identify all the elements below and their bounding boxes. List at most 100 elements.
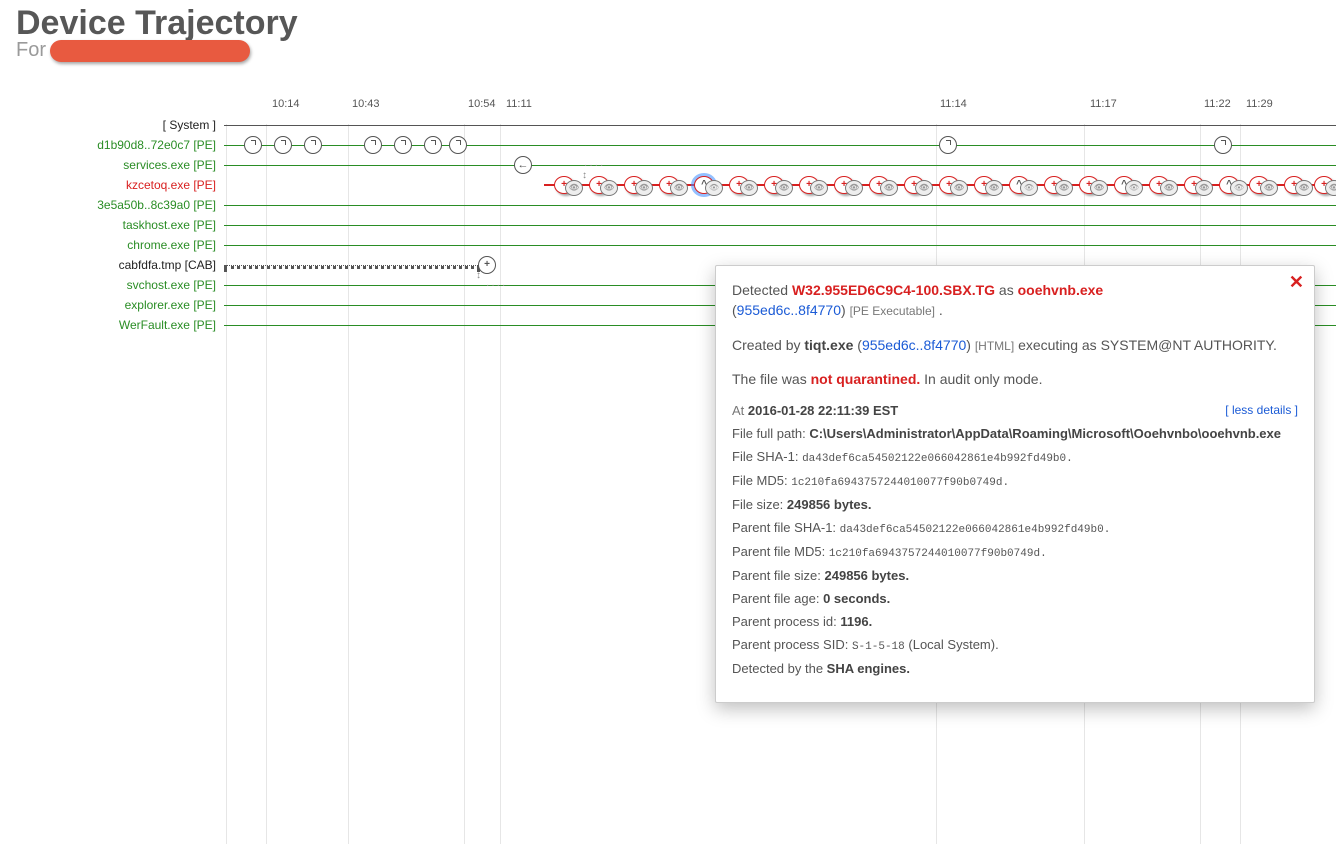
page-title: Device Trajectory <box>16 0 1320 43</box>
created-by-prefix: Created by <box>732 337 804 353</box>
file-sha1-label: File SHA-1: <box>732 449 802 464</box>
event-eye-icon <box>880 180 898 196</box>
event-node-clock-icon[interactable] <box>244 136 262 154</box>
event-node-plus-icon[interactable] <box>659 176 679 194</box>
event-node-clock-icon[interactable] <box>304 136 322 154</box>
hash-close: ) <box>841 302 850 318</box>
timeline-row: services.exe [PE]····↕ <box>16 156 1336 176</box>
event-eye-icon <box>1125 180 1143 196</box>
event-node-plus-icon[interactable] <box>1044 176 1064 194</box>
row-label[interactable]: kzcetoq.exe [PE] <box>16 178 216 192</box>
event-node-plus-icon[interactable] <box>729 176 749 194</box>
row-track <box>224 116 1336 136</box>
row-track <box>224 216 1336 236</box>
event-node-plus-icon[interactable] <box>1314 176 1334 194</box>
close-icon[interactable]: ✕ <box>1289 272 1304 293</box>
event-node-plus-icon[interactable] <box>624 176 644 194</box>
row-label[interactable]: cabfdfa.tmp [CAB] <box>16 258 216 272</box>
event-node-clock-icon[interactable] <box>449 136 467 154</box>
event-node-plus-icon[interactable] <box>974 176 994 194</box>
parent-pid-label: Parent process id: <box>732 614 840 629</box>
event-eye-icon <box>1295 180 1313 196</box>
redacted-device-name <box>50 40 250 62</box>
lane-line <box>224 225 1336 226</box>
event-node-clock-icon[interactable] <box>1214 136 1232 154</box>
detected-filename[interactable]: ooehvnb.exe <box>1018 282 1104 298</box>
event-node-caret-icon[interactable] <box>694 176 714 194</box>
dots-icon: ···· <box>486 280 507 291</box>
event-node-plus-icon[interactable] <box>834 176 854 194</box>
event-eye-icon <box>565 180 583 196</box>
event-eye-icon <box>1230 180 1248 196</box>
event-node-clock-icon[interactable] <box>364 136 382 154</box>
parent-md5-value: 1c210fa6943757244010077f90b0749d. <box>829 548 1047 560</box>
detected-by-label: Detected by the <box>732 661 827 676</box>
time-tick: 10:54 <box>468 98 496 110</box>
event-node-clock-icon[interactable] <box>394 136 412 154</box>
less-details-link[interactable]: [ less details ] <box>1225 403 1298 418</box>
parent-pid-value: 1196. <box>840 614 872 629</box>
created-by-line: Created by tiqt.exe (955ed6c..8f4770) [H… <box>732 335 1298 355</box>
time-axis: 10:1410:4310:5411:1111:1411:1711:2211:29 <box>16 98 1336 116</box>
event-details-panel: ✕ Detected W32.955ED6C9C4-100.SBX.TG as … <box>715 265 1315 703</box>
parent-process-name[interactable]: tiqt.exe <box>804 337 853 353</box>
time-tick: 10:14 <box>272 98 300 110</box>
file-type-chip: [PE Executable] <box>850 304 935 318</box>
page-subtitle: For <box>16 39 1320 62</box>
event-node-plus-icon[interactable] <box>1184 176 1204 194</box>
event-node-plus-icon[interactable] <box>589 176 609 194</box>
event-node-clock-icon[interactable] <box>274 136 292 154</box>
event-eye-icon <box>1090 180 1108 196</box>
row-label[interactable]: services.exe [PE] <box>16 158 216 172</box>
row-track <box>224 136 1336 156</box>
row-label[interactable]: WerFault.exe [PE] <box>16 318 216 332</box>
event-eye-icon <box>635 180 653 196</box>
event-node-plus-icon[interactable] <box>869 176 889 194</box>
lane-line <box>224 265 480 269</box>
period: . <box>939 302 943 318</box>
event-node-caret-icon[interactable] <box>1114 176 1134 194</box>
kv-file-size: File size: 249856 bytes. <box>732 497 1298 512</box>
event-node-caret-icon[interactable] <box>1219 176 1239 194</box>
file-size-value: 249856 bytes. <box>787 497 872 512</box>
event-node-arrow-left-icon[interactable] <box>514 156 532 174</box>
event-node-plus-icon[interactable] <box>939 176 959 194</box>
event-node-clock-icon[interactable] <box>939 136 957 154</box>
event-node-plus-icon[interactable] <box>554 176 574 194</box>
event-node-clock-icon[interactable] <box>424 136 442 154</box>
event-eye-icon <box>600 180 618 196</box>
lane-line <box>224 125 1336 126</box>
event-node-plus-icon[interactable] <box>799 176 819 194</box>
event-node-caret-icon[interactable] <box>1009 176 1029 194</box>
event-eye-icon <box>985 180 1003 196</box>
event-node-plus-icon[interactable] <box>1284 176 1304 194</box>
event-eye-icon <box>1160 180 1178 196</box>
row-label[interactable]: svchost.exe [PE] <box>16 278 216 292</box>
row-label[interactable]: taskhost.exe [PE] <box>16 218 216 232</box>
parent-age-label: Parent file age: <box>732 591 823 606</box>
row-label[interactable]: 3e5a50b..8c39a0 [PE] <box>16 198 216 212</box>
event-node-plus-icon[interactable] <box>904 176 924 194</box>
event-eye-icon <box>915 180 933 196</box>
event-timestamp: 2016-01-28 22:11:39 EST <box>748 403 898 418</box>
row-label[interactable]: chrome.exe [PE] <box>16 238 216 252</box>
parent-md5-label: Parent file MD5: <box>732 544 829 559</box>
time-tick: 11:14 <box>940 98 967 110</box>
for-label: For <box>16 39 46 62</box>
event-eye-icon <box>705 180 723 196</box>
event-node-plus-icon[interactable] <box>1149 176 1169 194</box>
file-size-label: File size: <box>732 497 787 512</box>
event-node-plus-icon[interactable] <box>764 176 784 194</box>
row-label[interactable]: d1b90d8..72e0c7 [PE] <box>16 138 216 152</box>
threat-name[interactable]: W32.955ED6C9C4-100.SBX.TG <box>792 282 995 298</box>
row-label[interactable]: [ System ] <box>16 118 216 132</box>
event-node-plus-icon[interactable] <box>1079 176 1099 194</box>
parent-hash-link[interactable]: 955ed6c..8f4770 <box>862 337 966 353</box>
quarantine-status: not quarantined. <box>811 371 921 387</box>
file-hash-link[interactable]: 955ed6c..8f4770 <box>737 302 841 318</box>
timeline-row: chrome.exe [PE] <box>16 236 1336 256</box>
parent-type-chip: [HTML] <box>975 339 1014 353</box>
event-node-plus-icon[interactable] <box>1249 176 1269 194</box>
detected-by-value: SHA engines. <box>827 661 910 676</box>
row-label[interactable]: explorer.exe [PE] <box>16 298 216 312</box>
